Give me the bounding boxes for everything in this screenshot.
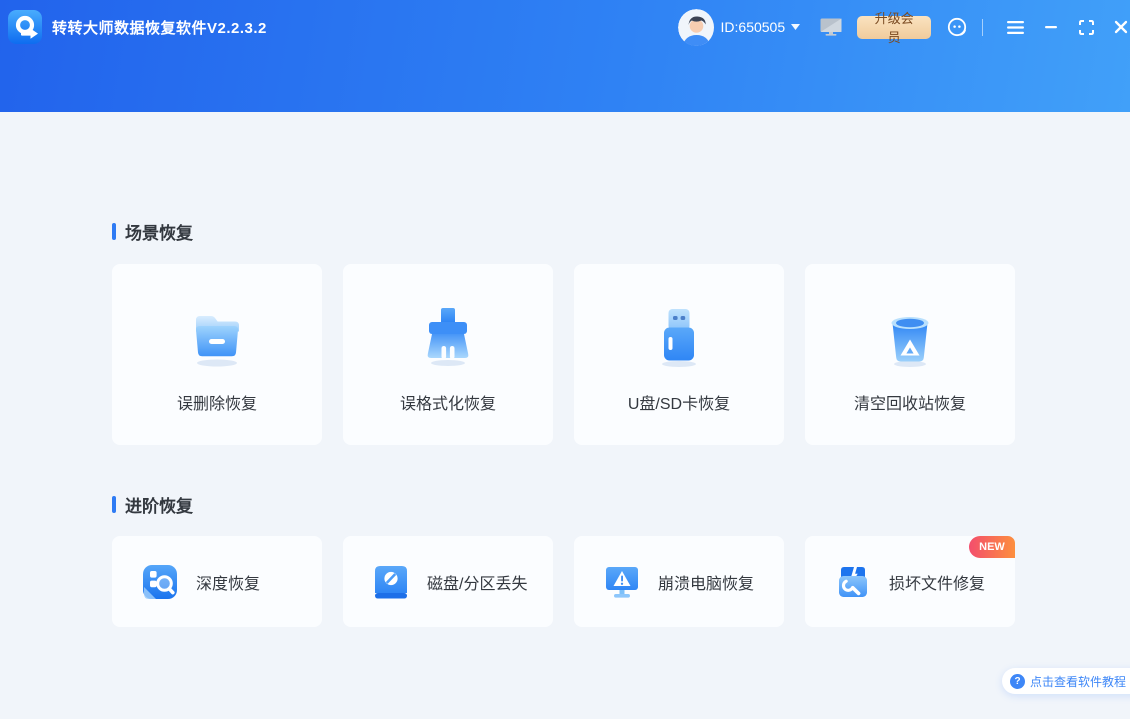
recycle-bin-icon	[891, 317, 929, 367]
card-label: 清空回收站恢复	[853, 396, 966, 413]
section-advanced-recovery: 进阶恢复	[112, 492, 193, 517]
card-label: U盘/SD卡恢复	[627, 396, 731, 413]
menu-button[interactable]	[1005, 19, 1026, 36]
brush-icon	[427, 308, 469, 366]
question-icon: ?	[1010, 673, 1025, 689]
card-disk-partition-lost[interactable]: 磁盘/分区丢失	[343, 536, 553, 627]
upgrade-membership-button[interactable]: 升级会员	[857, 11, 932, 45]
close-button[interactable]	[1112, 18, 1130, 36]
card-label: 误删除恢复	[176, 396, 257, 413]
card-usb-sd-recovery[interactable]: U盘/SD卡恢复	[574, 264, 784, 445]
header-bar: 转转大师数据恢复软件V2.2.3.2 ID:650505 升级会员	[0, 0, 1130, 112]
device-monitor-icon[interactable]	[820, 18, 842, 36]
chevron-down-icon[interactable]	[791, 24, 801, 30]
deep-scan-icon	[143, 564, 177, 599]
card-label: 损坏文件修复	[889, 575, 986, 593]
card-corrupted-file-repair[interactable]: 损坏文件修复 NEW	[805, 536, 1015, 627]
card-label: 崩溃电脑恢复	[658, 575, 755, 593]
card-deleted-file-recovery[interactable]: 误删除恢复	[112, 264, 322, 445]
app-logo-icon	[8, 10, 42, 44]
customer-service-icon[interactable]	[946, 16, 969, 39]
usb-drive-icon	[662, 309, 696, 367]
disk-lost-icon	[375, 565, 407, 598]
card-label: 磁盘/分区丢失	[427, 575, 528, 593]
section-title: 场景恢复	[125, 224, 193, 243]
app-title: 转转大师数据恢复软件V2.2.3.2	[52, 19, 267, 37]
card-label: 深度恢复	[196, 575, 261, 593]
card-crashed-pc-recovery[interactable]: 崩溃电脑恢复	[574, 536, 784, 627]
folder-icon	[195, 316, 239, 367]
titlebar: 转转大师数据恢复软件V2.2.3.2 ID:650505 升级会员	[0, 0, 1130, 54]
tutorial-help-link[interactable]: ? 点击查看软件教程	[1002, 668, 1130, 694]
maximize-button[interactable]	[1077, 18, 1096, 37]
file-repair-icon	[839, 566, 867, 597]
section-title: 进阶恢复	[125, 497, 193, 516]
section-scene-recovery: 场景恢复	[112, 219, 193, 244]
new-badge: NEW	[969, 536, 1015, 558]
titlebar-right: ID:650505 升级会员	[678, 0, 1130, 54]
user-id-label: ID:650505	[720, 19, 786, 35]
section-accent-bar	[112, 223, 116, 240]
card-recycle-bin-recovery[interactable]: 清空回收站恢复	[805, 264, 1015, 445]
minimize-button[interactable]	[1043, 23, 1059, 31]
card-label: 误格式化恢复	[399, 396, 496, 413]
user-avatar[interactable]	[678, 8, 714, 46]
crashed-pc-icon	[606, 566, 638, 598]
titlebar-divider	[982, 18, 983, 36]
card-deep-recovery[interactable]: 深度恢复	[112, 536, 322, 627]
card-formatted-recovery[interactable]: 误格式化恢复	[343, 264, 553, 445]
app-window: 转转大师数据恢复软件V2.2.3.2 ID:650505 升级会员 场景恢复 误…	[0, 0, 1130, 719]
tutorial-help-label: 点击查看软件教程	[1030, 674, 1127, 689]
section-accent-bar	[112, 496, 116, 513]
